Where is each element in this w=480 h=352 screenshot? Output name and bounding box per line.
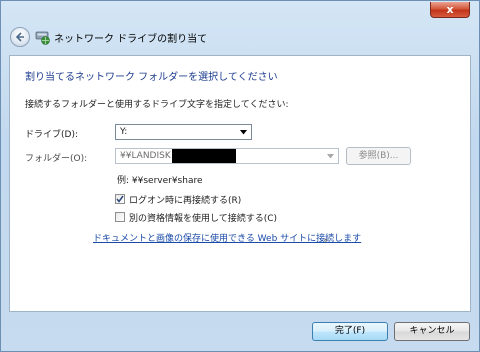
chevron-down-icon bbox=[327, 154, 334, 159]
page-heading: 割り当てるネットワーク フォルダーを選択してください bbox=[25, 72, 278, 83]
back-arrow-icon bbox=[15, 32, 24, 42]
browse-button[interactable]: 参照(B)... bbox=[346, 147, 411, 165]
folder-label: フォルダー(O): bbox=[25, 154, 88, 164]
cancel-button[interactable]: キャンセル bbox=[394, 322, 470, 341]
other-credentials-checkbox[interactable] bbox=[115, 212, 125, 222]
drive-label: ドライブ(D): bbox=[25, 130, 78, 140]
content-panel bbox=[9, 55, 471, 312]
reconnect-checkbox[interactable] bbox=[115, 194, 125, 204]
drive-select-value: Y: bbox=[120, 127, 128, 137]
web-site-link[interactable]: ドキュメントと画像の保存に使用できる Web サイトに接続します bbox=[93, 231, 361, 244]
window-title: ネットワーク ドライブの割り当て bbox=[54, 34, 208, 45]
folder-value: ¥¥LANDISK bbox=[120, 151, 171, 161]
instruction-text: 接続するフォルダーと使用するドライブ文字を指定してください: bbox=[25, 100, 289, 110]
network-drive-icon bbox=[35, 31, 50, 45]
finish-button[interactable]: 完了(F) bbox=[312, 322, 388, 341]
close-button[interactable]: x bbox=[430, 2, 470, 18]
drive-select[interactable]: Y: bbox=[115, 124, 252, 140]
reconnect-label: ログオン時に再接続する(R) bbox=[129, 196, 242, 206]
dialog-window: x ネットワーク ドライブの割り当て 割り当てるネットワーク フォルダーを選択し… bbox=[0, 0, 480, 352]
title-bar: ネットワーク ドライブの割り当て bbox=[1, 19, 479, 55]
folder-combo[interactable]: ¥¥LANDISK bbox=[115, 148, 339, 164]
back-button[interactable] bbox=[10, 27, 30, 47]
other-credentials-label: 別の資格情報を使用して接続する(C) bbox=[129, 214, 278, 224]
link-suffix: 。 bbox=[324, 234, 334, 244]
example-text: 例: ¥¥server¥share bbox=[117, 176, 203, 186]
chevron-down-icon bbox=[240, 130, 247, 135]
redaction-block bbox=[172, 149, 236, 163]
checkmark-icon bbox=[116, 195, 124, 203]
